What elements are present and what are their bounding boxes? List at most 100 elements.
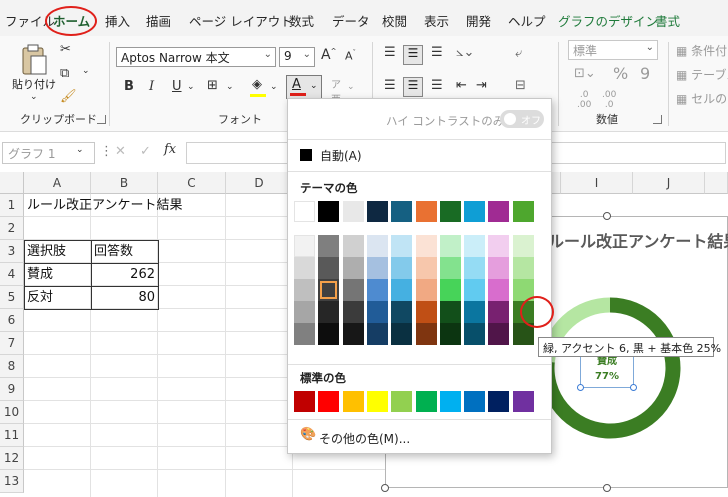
tab-format[interactable]: 書式 xyxy=(655,11,680,30)
orientation-icon[interactable]: ⦣⌄ xyxy=(456,45,474,60)
number-format-combo[interactable]: 標準 ⌄ xyxy=(568,40,658,60)
theme-shade-swatch[interactable] xyxy=(342,279,364,301)
theme-shade-swatch[interactable] xyxy=(366,257,388,279)
percent-icon[interactable]: % xyxy=(613,64,628,83)
theme-shade-swatch[interactable] xyxy=(342,257,364,279)
table-cell[interactable]: 反対 xyxy=(27,286,53,309)
insert-function-button[interactable]: fx xyxy=(164,142,176,157)
table-cell[interactable]: 80 xyxy=(94,286,155,309)
label-handle[interactable] xyxy=(577,384,584,391)
font-size-combo[interactable]: 9 ⌄ xyxy=(279,47,315,67)
tab-view[interactable]: 表示 xyxy=(424,11,449,30)
theme-color-swatch[interactable] xyxy=(415,201,437,222)
standard-color-swatch[interactable] xyxy=(512,391,534,412)
tab-data[interactable]: データ xyxy=(332,11,370,30)
theme-color-swatch[interactable] xyxy=(366,201,388,222)
chevron-down-icon[interactable]: ⌄ xyxy=(347,82,355,92)
paste-icon[interactable] xyxy=(20,44,48,76)
tab-page-layout[interactable]: ページ レイアウト xyxy=(189,11,293,30)
auto-color-item[interactable]: 自動(A) xyxy=(320,147,362,164)
theme-shade-swatch[interactable] xyxy=(318,235,340,257)
tab-developer[interactable]: 開発 xyxy=(466,11,491,30)
wrap-text-icon[interactable]: ⤶ xyxy=(515,46,522,61)
theme-shade-swatch[interactable] xyxy=(391,323,413,345)
theme-shade-swatch[interactable] xyxy=(512,257,534,279)
table-header-cell[interactable]: 回答数 xyxy=(94,240,133,263)
column-header[interactable] xyxy=(705,172,728,194)
row-header[interactable]: 10 xyxy=(0,401,24,424)
theme-shade-swatch[interactable] xyxy=(439,323,461,345)
font-color-button[interactable]: A ⌄ xyxy=(286,75,322,99)
standard-color-swatch[interactable] xyxy=(366,391,388,412)
resize-handle[interactable] xyxy=(381,484,389,492)
theme-shade-swatch[interactable] xyxy=(464,323,486,345)
auto-color-swatch[interactable] xyxy=(300,149,312,161)
theme-shade-swatch[interactable] xyxy=(391,301,413,323)
theme-color-swatch[interactable] xyxy=(318,201,340,222)
theme-color-swatch[interactable] xyxy=(439,201,461,222)
cancel-icon[interactable]: ✕ xyxy=(115,144,126,159)
theme-shade-swatch[interactable] xyxy=(415,235,437,257)
chevron-down-icon[interactable]: ⌄ xyxy=(82,66,90,76)
label-handle[interactable] xyxy=(630,384,637,391)
theme-shade-swatch[interactable] xyxy=(342,301,364,323)
table-header-cell[interactable]: 選択肢 xyxy=(27,240,66,263)
copy-icon[interactable]: ⧉ xyxy=(60,66,69,81)
merge-center-icon[interactable]: ⊟ xyxy=(515,78,526,93)
theme-shade-swatch[interactable] xyxy=(488,323,510,345)
theme-color-swatch[interactable] xyxy=(512,201,534,222)
align-middle-icon[interactable]: ☰ xyxy=(403,45,423,65)
theme-shade-swatch[interactable] xyxy=(318,257,340,279)
row-header[interactable]: 2 xyxy=(0,217,24,240)
align-top-icon[interactable]: ☰ xyxy=(384,45,396,60)
theme-shade-swatch[interactable] xyxy=(464,301,486,323)
dialog-launcher-icon[interactable] xyxy=(97,115,106,124)
increase-decimal-icon[interactable]: .0.00 xyxy=(577,90,591,110)
row-header[interactable]: 4 xyxy=(0,263,24,286)
theme-color-swatch[interactable] xyxy=(464,201,486,222)
theme-shade-swatch[interactable] xyxy=(366,323,388,345)
column-header[interactable]: A xyxy=(24,172,91,194)
theme-shade-swatch[interactable] xyxy=(439,257,461,279)
chevron-down-icon[interactable]: ⌄ xyxy=(30,92,38,102)
theme-shade-swatch[interactable] xyxy=(294,257,315,279)
theme-shade-swatch[interactable] xyxy=(464,279,486,301)
standard-color-swatch[interactable] xyxy=(488,391,510,412)
resize-handle[interactable] xyxy=(603,484,611,492)
dialog-launcher-icon[interactable] xyxy=(653,115,662,124)
borders-icon[interactable]: ⊞ xyxy=(207,78,218,93)
theme-shade-swatch[interactable] xyxy=(294,323,315,345)
font-name-combo[interactable]: Aptos Narrow 本文 ⌄ xyxy=(116,47,276,67)
theme-shade-swatch[interactable] xyxy=(464,235,486,257)
row-header[interactable]: 5 xyxy=(0,286,24,309)
theme-shade-swatch[interactable] xyxy=(318,301,340,323)
theme-shade-swatch[interactable] xyxy=(439,279,461,301)
format-painter-icon[interactable]: 🖌 xyxy=(60,89,77,104)
align-right-icon[interactable]: ☰ xyxy=(431,78,443,93)
column-header[interactable]: B xyxy=(91,172,158,194)
decrease-decimal-icon[interactable]: .00.0 xyxy=(602,90,616,110)
standard-color-swatch[interactable] xyxy=(342,391,364,412)
chevron-down-icon[interactable]: ⌄ xyxy=(226,82,234,92)
select-all-corner[interactable] xyxy=(0,172,24,194)
table-cell[interactable]: 賛成 xyxy=(27,263,53,286)
chevron-down-icon[interactable]: ⌄ xyxy=(76,145,84,155)
grow-font-icon[interactable]: A^ xyxy=(321,47,336,63)
enter-icon[interactable]: ✓ xyxy=(140,144,151,159)
theme-shade-swatch[interactable] xyxy=(391,235,413,257)
column-header[interactable]: C xyxy=(158,172,226,194)
table-cell[interactable]: 262 xyxy=(94,263,155,286)
increase-indent-icon[interactable]: ⇥ xyxy=(476,78,487,93)
row-header[interactable]: 11 xyxy=(0,424,24,447)
resize-handle[interactable] xyxy=(603,212,611,220)
cell-styles-button[interactable]: ▦ セルのス xyxy=(676,90,728,107)
chevron-down-icon[interactable]: ⌄ xyxy=(270,82,278,92)
standard-color-swatch[interactable] xyxy=(464,391,486,412)
row-header[interactable]: 7 xyxy=(0,332,24,355)
theme-shade-swatch[interactable] xyxy=(294,279,315,301)
theme-shade-swatch[interactable] xyxy=(488,301,510,323)
theme-shade-swatch[interactable] xyxy=(415,257,437,279)
align-left-icon[interactable]: ☰ xyxy=(384,78,396,93)
more-colors-item[interactable]: その他の色(M)... xyxy=(319,430,410,447)
italic-button[interactable]: I xyxy=(149,79,154,94)
